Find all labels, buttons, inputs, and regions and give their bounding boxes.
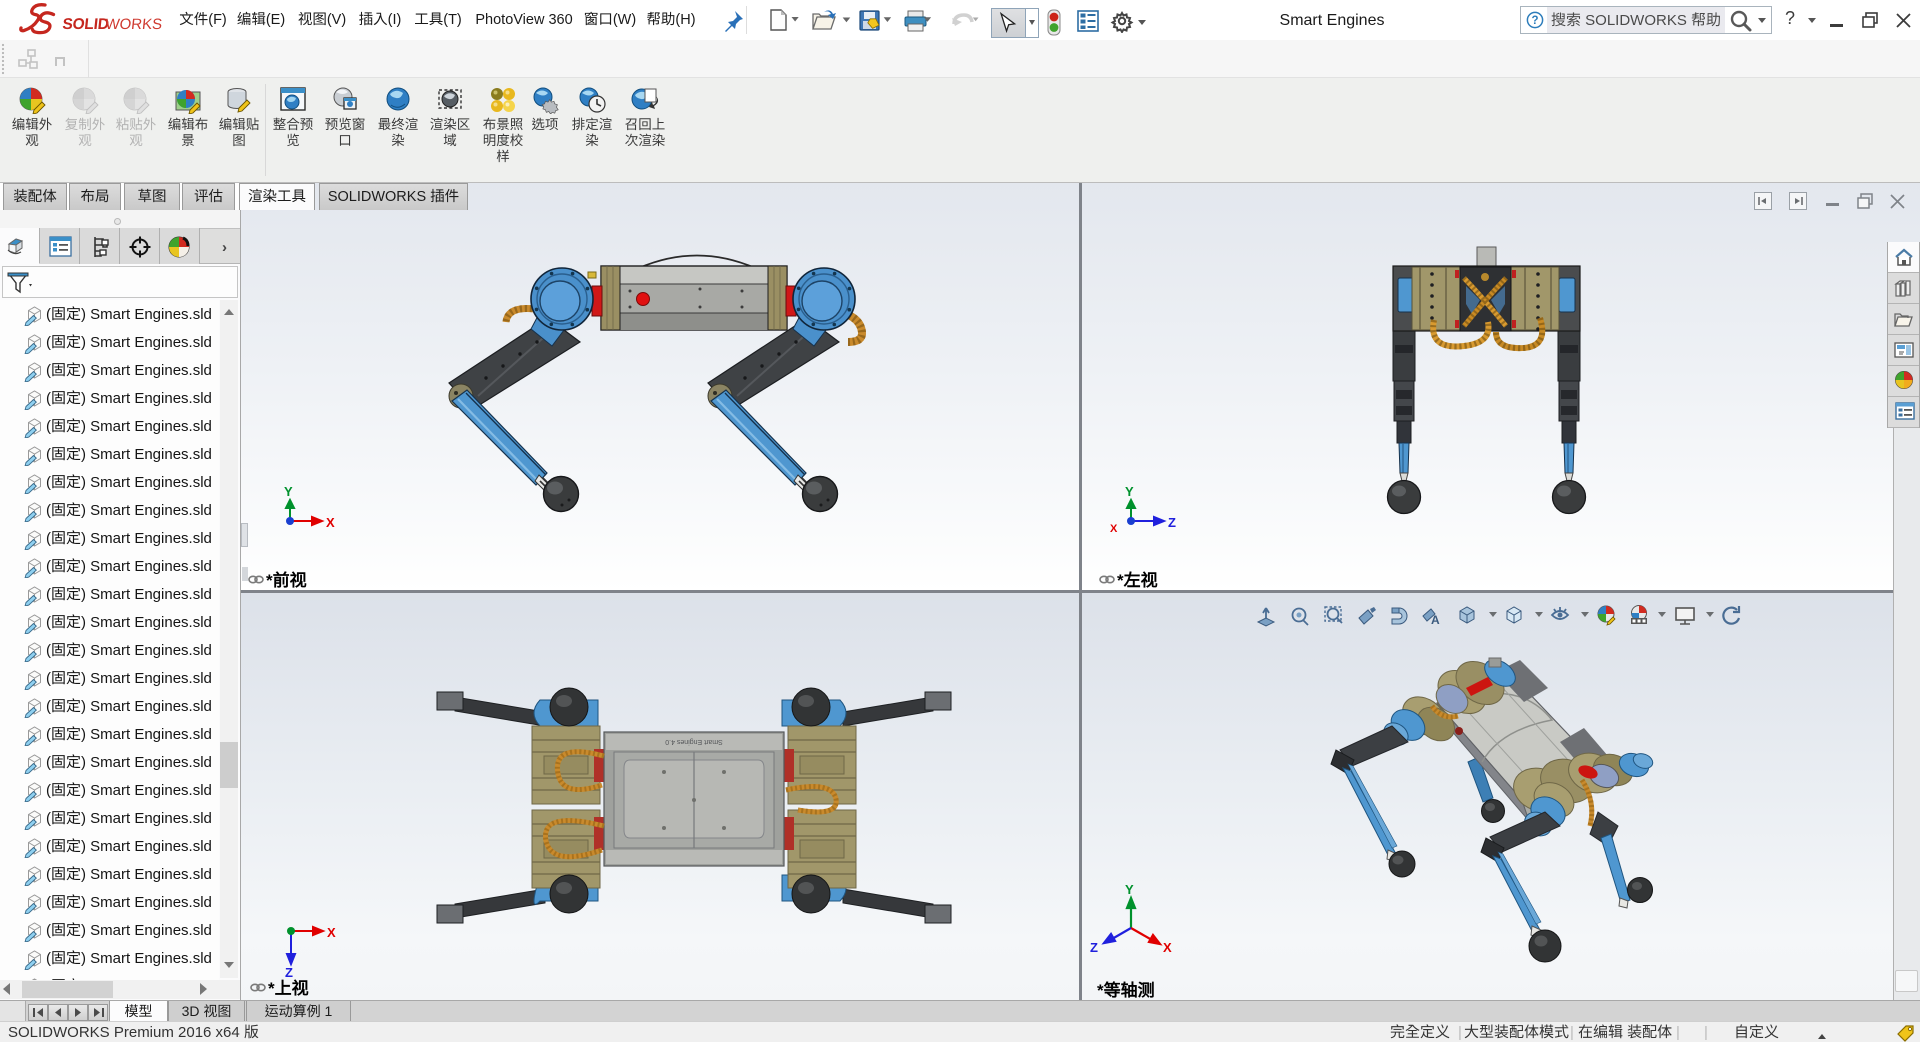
svg-text:X: X xyxy=(327,924,336,940)
svg-text:Y: Y xyxy=(1125,881,1134,897)
svg-text:X: X xyxy=(1110,522,1118,535)
svg-text:Y: Y xyxy=(1125,483,1134,499)
svg-text:SOLID: SOLID xyxy=(62,16,110,33)
svg-text:A: A xyxy=(1431,613,1440,627)
svg-text:Y: Y xyxy=(284,483,293,499)
svg-text:Z: Z xyxy=(1090,939,1098,955)
svg-text:WORKS: WORKS xyxy=(105,16,163,33)
svg-text:?: ? xyxy=(1531,15,1538,27)
svg-text:X: X xyxy=(1163,939,1172,955)
svg-text:Z: Z xyxy=(1168,514,1176,530)
svg-text:X: X xyxy=(326,514,335,530)
